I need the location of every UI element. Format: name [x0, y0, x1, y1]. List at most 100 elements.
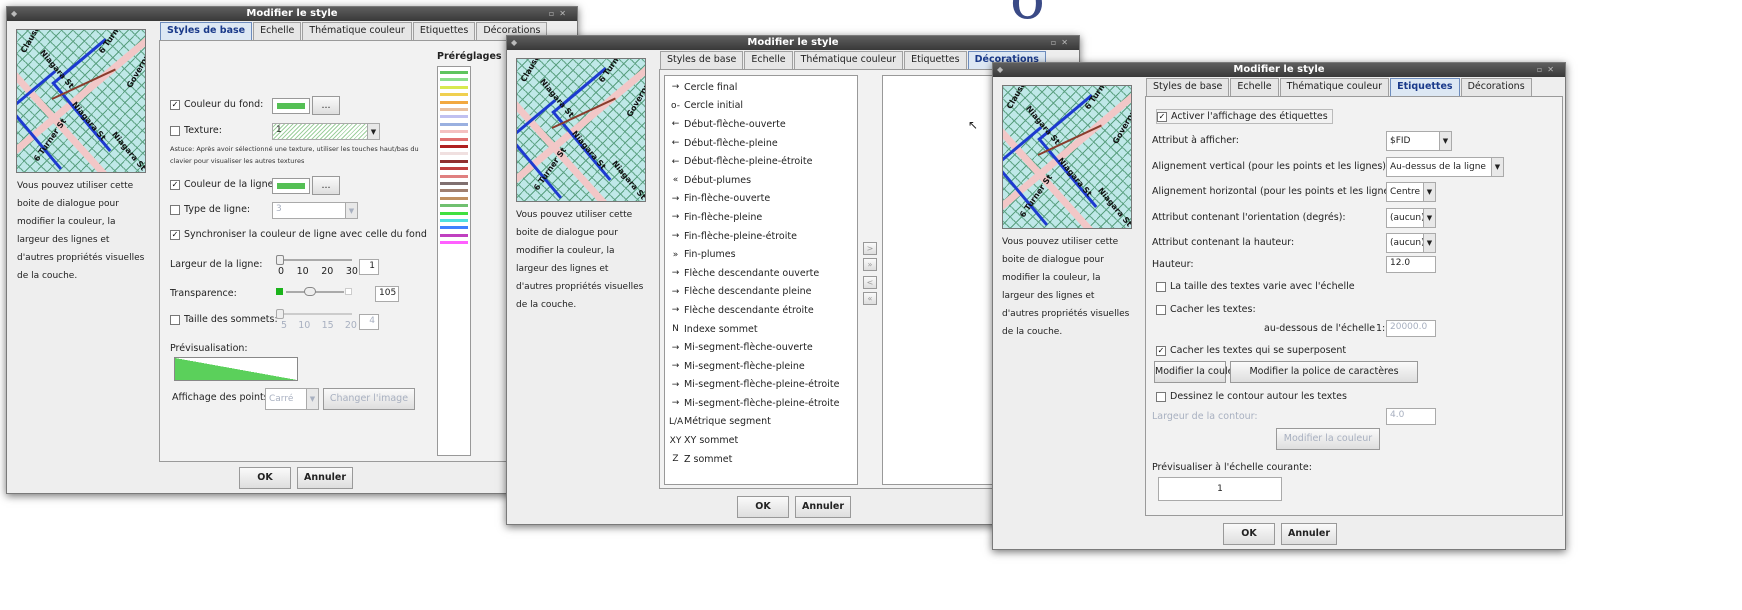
line-color-row[interactable]: ✓ Couleur de la ligne:: [170, 179, 277, 190]
fill-color-checkbox[interactable]: ✓: [170, 99, 180, 110]
chevron-down-icon[interactable]: ▼: [367, 124, 379, 139]
preset-swatch[interactable]: [440, 137, 468, 141]
preset-swatch[interactable]: [440, 241, 468, 245]
presets-list[interactable]: [437, 66, 471, 456]
preset-swatch[interactable]: [440, 159, 468, 163]
add-decoration-button[interactable]: >: [863, 242, 877, 255]
titlebar[interactable]: ◆ Modifier le style ▫✕: [507, 36, 1079, 50]
vertex-size-slider[interactable]: [276, 309, 352, 319]
line-type-select[interactable]: 3 ▼: [272, 202, 358, 219]
preset-swatch[interactable]: [440, 189, 468, 193]
line-type-row[interactable]: Type de ligne:: [170, 204, 250, 215]
preset-swatch[interactable]: [440, 204, 468, 208]
preset-swatch[interactable]: [440, 182, 468, 185]
decoration-item[interactable]: → Flèche descendante ouverte: [669, 264, 857, 283]
window-controls-icon[interactable]: ▫✕: [549, 7, 571, 21]
decoration-item[interactable]: → Mi-segment-flèche-pleine-étroite: [669, 394, 857, 413]
scale-text-row[interactable]: La taille des textes varie avec l'échell…: [1156, 281, 1355, 292]
fill-color-row[interactable]: ✓ Couleur du fond:: [170, 99, 263, 110]
preset-swatch[interactable]: [440, 226, 468, 230]
remove-all-decorations-button[interactable]: «: [863, 292, 877, 305]
outline-checkbox[interactable]: [1156, 391, 1166, 402]
tab-styles-de-base[interactable]: Styles de base: [660, 51, 744, 69]
available-decorations-list[interactable]: → Cercle final o- Cercle initial ← Début-flèc…: [664, 75, 858, 485]
tab-etiquettes[interactable]: Etiquettes: [412, 22, 476, 40]
decoration-item[interactable]: → Mi-segment-flèche-pleine-étroite: [669, 376, 857, 395]
texture-select[interactable]: 1 ▼: [272, 123, 380, 140]
line-color-swatch[interactable]: [272, 178, 310, 194]
vertex-size-row[interactable]: Taille des sommets:: [170, 314, 278, 325]
decoration-item[interactable]: Z Z sommet: [669, 450, 857, 469]
decoration-item[interactable]: o- Cercle initial: [669, 97, 857, 116]
decoration-item[interactable]: » Fin-plumes: [669, 245, 857, 264]
chevron-down-icon[interactable]: ▼: [1423, 234, 1435, 252]
chevron-down-icon[interactable]: ▼: [1423, 183, 1435, 201]
tab-thematique-couleur[interactable]: Thématique couleur: [1279, 78, 1390, 96]
tab-etiquettes[interactable]: Etiquettes: [1390, 78, 1460, 96]
hide-text-row[interactable]: Cacher les textes:: [1156, 304, 1256, 315]
outline-width-input[interactable]: 4.0: [1386, 408, 1436, 425]
decoration-item[interactable]: → Fin-flèche-pleine: [669, 208, 857, 227]
ok-button[interactable]: OK: [239, 467, 291, 489]
texture-row[interactable]: Texture:: [170, 125, 222, 136]
halign-select[interactable]: Centre ▼: [1386, 182, 1436, 202]
preset-swatch[interactable]: [440, 233, 468, 237]
height-input[interactable]: 12.0: [1386, 256, 1436, 273]
menu-icon[interactable]: ◆: [997, 63, 1003, 77]
tab-etiquettes[interactable]: Etiquettes: [904, 51, 967, 69]
attr-select[interactable]: $FID ▼: [1386, 131, 1452, 151]
decoration-item[interactable]: → Mi-segment-flèche-ouverte: [669, 338, 857, 357]
activate-labels-row[interactable]: ✓ Activer l'affichage des étiquettes: [1156, 109, 1333, 124]
decoration-item[interactable]: → Mi-segment-flèche-pleine: [669, 357, 857, 376]
decoration-item[interactable]: → Fin-flèche-pleine-étroite: [669, 227, 857, 246]
line-type-checkbox[interactable]: [170, 204, 180, 215]
orientation-select[interactable]: (aucun) ▼: [1386, 208, 1436, 228]
line-width-slider[interactable]: [276, 255, 352, 265]
ok-button[interactable]: OK: [737, 496, 789, 518]
tab-echelle[interactable]: Echelle: [1230, 78, 1279, 96]
chevron-down-icon[interactable]: ▼: [1439, 132, 1451, 150]
line-width-input[interactable]: 1: [359, 259, 379, 275]
tab-decorations[interactable]: Décorations: [1460, 78, 1532, 96]
preset-swatch[interactable]: [440, 130, 468, 134]
decoration-item[interactable]: → Flèche descendante pleine: [669, 283, 857, 302]
fill-color-swatch[interactable]: [272, 98, 310, 114]
preset-swatch[interactable]: [440, 115, 468, 119]
titlebar[interactable]: ◆ Modifier le style ▫✕: [7, 7, 577, 21]
outline-row[interactable]: Dessinez le contour autour les textes: [1156, 391, 1347, 402]
activate-labels-checkbox[interactable]: ✓: [1157, 111, 1167, 122]
change-image-button[interactable]: Changer l'image: [323, 388, 415, 410]
cancel-button[interactable]: Annuler: [795, 496, 851, 518]
decoration-item[interactable]: L/A Métrique segment: [669, 413, 857, 432]
decoration-item[interactable]: XY XY sommet: [669, 431, 857, 450]
decoration-item[interactable]: N Indexe sommet: [669, 320, 857, 339]
preset-swatch[interactable]: [440, 100, 468, 104]
decoration-item[interactable]: ← Début-flèche-ouverte: [669, 115, 857, 134]
decoration-item[interactable]: ← Début-flèche-pleine-étroite: [669, 152, 857, 171]
decoration-item[interactable]: → Fin-flèche-ouverte: [669, 190, 857, 209]
valign-select[interactable]: Au-dessus de la ligne ▼: [1386, 157, 1504, 177]
preset-swatch[interactable]: [440, 85, 468, 89]
height-attr-select[interactable]: (aucun) ▼: [1386, 233, 1436, 253]
sync-row[interactable]: ✓ Synchroniser la couleur de ligne avec c…: [170, 229, 427, 240]
menu-icon[interactable]: ◆: [511, 36, 517, 50]
add-all-decorations-button[interactable]: »: [863, 258, 877, 271]
decoration-item[interactable]: → Cercle final: [669, 78, 857, 97]
preset-swatch[interactable]: [440, 211, 468, 215]
preview-scale-input[interactable]: 1: [1158, 477, 1282, 501]
vertex-size-input[interactable]: 4: [359, 314, 379, 330]
tab-echelle[interactable]: Echelle: [253, 22, 302, 40]
preset-swatch[interactable]: [440, 122, 468, 126]
menu-icon[interactable]: ◆: [11, 7, 17, 21]
sync-checkbox[interactable]: ✓: [170, 229, 180, 240]
preset-swatch[interactable]: [440, 71, 468, 74]
tab-echelle[interactable]: Echelle: [744, 51, 793, 69]
tab-styles-de-base[interactable]: Styles de base: [1146, 78, 1230, 96]
chevron-down-icon[interactable]: ▼: [306, 389, 318, 409]
transparency-input[interactable]: 105: [375, 286, 399, 302]
preset-swatch[interactable]: [440, 152, 468, 156]
points-select[interactable]: Carré ▼: [265, 388, 319, 410]
chevron-down-icon[interactable]: ▼: [1423, 209, 1435, 227]
vertex-size-checkbox[interactable]: [170, 314, 180, 325]
window-controls-icon[interactable]: ▫✕: [1537, 63, 1559, 77]
